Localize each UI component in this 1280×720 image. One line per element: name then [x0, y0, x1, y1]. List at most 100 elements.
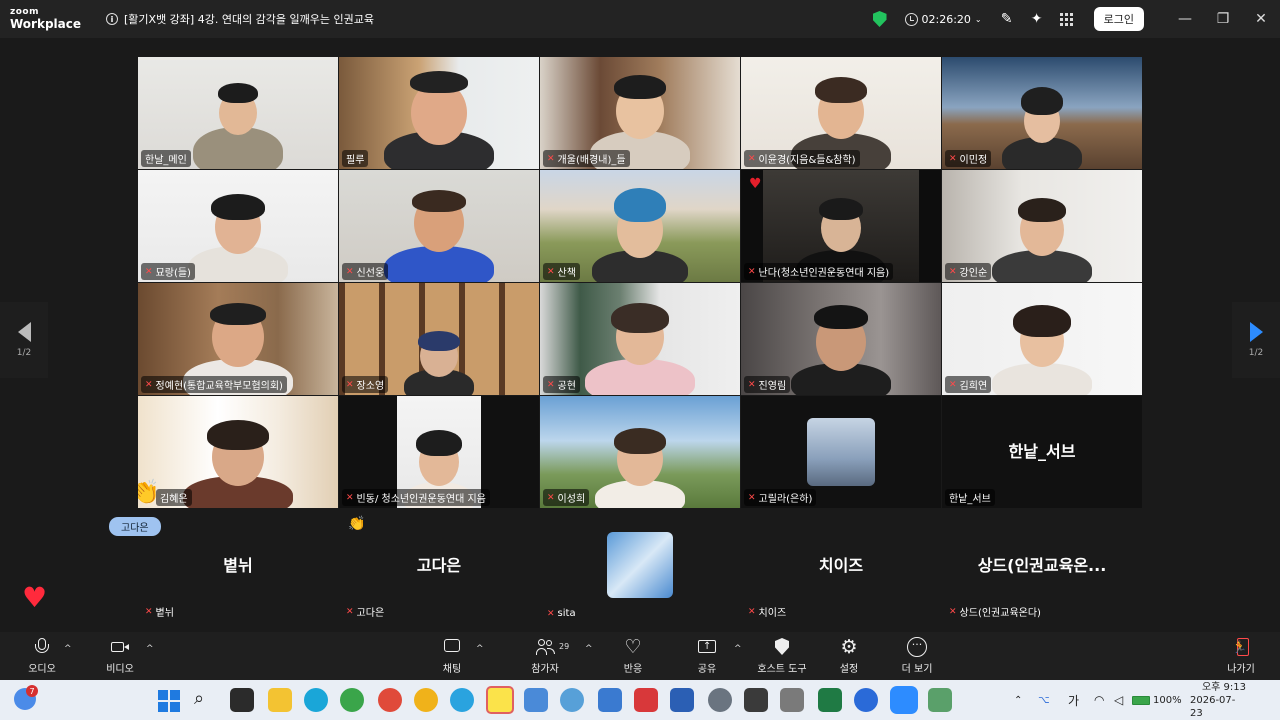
video-tile[interactable]: ✕ 공현: [540, 283, 740, 395]
chrome-alt-icon[interactable]: [414, 688, 438, 712]
video-tile[interactable]: ✕ 묘랑(들): [138, 170, 338, 282]
network-app-icon[interactable]: ⌥: [1038, 680, 1050, 720]
chat-button[interactable]: 채팅: [424, 632, 480, 680]
speaker-icon[interactable]: ◁: [1114, 680, 1123, 720]
mic-muted-icon: ✕: [748, 153, 756, 164]
ai-sparkle-icon[interactable]: ✦: [1022, 0, 1052, 38]
video-tile[interactable]: ✕ 개울(배경내)_들: [540, 57, 740, 169]
share-options-chevron-icon[interactable]: ^: [734, 644, 742, 654]
file-explorer-icon[interactable]: [268, 688, 292, 712]
video-tile[interactable]: 한낱_서브 한낱_서브: [942, 396, 1142, 508]
edit-app-icon[interactable]: [598, 688, 622, 712]
settings-app-icon[interactable]: [708, 688, 732, 712]
globe-app-icon[interactable]: [560, 688, 584, 712]
video-tile[interactable]: ✕ 진영림: [741, 283, 941, 395]
edge-browser-icon[interactable]: [304, 688, 328, 712]
video-tile[interactable]: ✕ 정예현(통합교육학부모협의회): [138, 283, 338, 395]
participant-tile[interactable]: 볕뉘 ✕ 볕뉘: [138, 512, 338, 622]
meeting-timer[interactable]: 02:26:20 ⌄: [904, 12, 982, 26]
meeting-title: [활기X뱃 강좌] 4강. 연대의 감각을 일깨우는 인권교육: [124, 13, 374, 26]
info-icon[interactable]: i: [106, 13, 118, 25]
participant-name-tag: ✕ 진영림: [744, 376, 791, 393]
participant-tile[interactable]: 치이즈 ✕ 치이즈: [741, 512, 941, 622]
heart-reaction-icon: ♥: [22, 581, 48, 614]
heart-outline-icon: ♡: [624, 636, 642, 658]
previous-page-button[interactable]: 1/2: [0, 302, 48, 378]
more-button[interactable]: ··· 더 보기: [889, 632, 945, 680]
shield-icon: [772, 637, 792, 657]
video-tile[interactable]: ♥ ✕ 난다(청소년인권운동연대 지음): [741, 170, 941, 282]
notepad-icon[interactable]: [524, 688, 548, 712]
video-options-chevron-icon[interactable]: ^: [146, 644, 154, 654]
audio-options-chevron-icon[interactable]: ^: [64, 644, 72, 654]
video-tile[interactable]: 한날_메인: [138, 57, 338, 169]
participant-name-tag: ✕ sita: [547, 608, 576, 619]
share-button[interactable]: ↑ 공유: [679, 632, 735, 680]
participants-icon: [535, 637, 555, 657]
settings-button[interactable]: ⚙ 설정: [821, 632, 877, 680]
windows-start-icon[interactable]: [156, 688, 180, 712]
view-grid-icon[interactable]: [1052, 0, 1082, 38]
video-tile[interactable]: ✕ 빈동/ 청소년인권운동연대 지음: [339, 396, 539, 508]
annotate-pen-icon[interactable]: ✎: [992, 0, 1022, 38]
video-tile-active-speaker[interactable]: 필루: [339, 57, 539, 169]
chrome-profile-icon[interactable]: [378, 688, 402, 712]
calculator-icon[interactable]: [780, 688, 804, 712]
zoom-app-icon[interactable]: [890, 686, 918, 714]
maximize-icon[interactable]: ❐: [1204, 0, 1242, 38]
tray-overflow-icon[interactable]: ⌃: [1014, 680, 1022, 720]
chat-options-chevron-icon[interactable]: ^: [476, 644, 484, 654]
search-icon[interactable]: ⌕: [194, 688, 218, 712]
participant-tile[interactable]: 상드(인권교육온... ✕ 상드(인권교육온다): [942, 512, 1142, 622]
next-page-button[interactable]: 1/2: [1232, 302, 1280, 378]
host-tools-button[interactable]: 호스트 도구: [749, 632, 815, 680]
task-view-icon[interactable]: [230, 688, 254, 712]
close-icon[interactable]: ✕: [1242, 0, 1280, 38]
reactions-button[interactable]: ♡ 반응: [605, 632, 661, 680]
audio-button[interactable]: 오디오: [14, 632, 70, 680]
meeting-info[interactable]: i [활기X뱃 강좌] 4강. 연대의 감각을 일깨우는 인권교육: [106, 11, 374, 27]
video-tile[interactable]: ✕ 김희연: [942, 283, 1142, 395]
participant-tile[interactable]: 고다은 ✕ 고다은: [339, 512, 539, 622]
pdf-app-icon[interactable]: [634, 688, 658, 712]
video-tile[interactable]: ✕ 신선웅: [339, 170, 539, 282]
mic-muted-icon: ✕: [748, 492, 756, 503]
clock[interactable]: 오후 9:13 2026-07-23: [1190, 680, 1246, 720]
chrome-browser-icon[interactable]: [340, 688, 364, 712]
bluetooth-app-icon[interactable]: [854, 688, 878, 712]
participant-tile[interactable]: ✕ sita: [540, 512, 740, 622]
wifi-icon[interactable]: ◠: [1094, 680, 1104, 720]
kakaotalk-icon[interactable]: [486, 686, 514, 714]
excel-icon[interactable]: [818, 688, 842, 712]
app-window-icon[interactable]: [928, 688, 952, 712]
battery-status[interactable]: 100%: [1132, 680, 1182, 720]
timer-text: 02:26:20: [921, 12, 971, 26]
participant-name-tag: ✕ 강인순: [945, 263, 992, 280]
participants-options-chevron-icon[interactable]: ^: [585, 644, 593, 654]
minimize-icon[interactable]: —: [1166, 0, 1204, 38]
video-button[interactable]: 비디오: [92, 632, 148, 680]
video-tile[interactable]: ✕ 고릴라(은하): [741, 396, 941, 508]
terminal-icon[interactable]: [744, 688, 768, 712]
word-icon[interactable]: [670, 688, 694, 712]
participants-count: 29: [559, 642, 570, 651]
video-tile[interactable]: 👏 김혜은: [138, 396, 338, 508]
video-tile[interactable]: ✕ 장소영: [339, 283, 539, 395]
video-tile[interactable]: ✕ 이윤경(지음&들&참학): [741, 57, 941, 169]
participant-name-tag: ✕ 볕뉘: [145, 606, 174, 620]
participant-name-tag: 한날_메인: [141, 150, 191, 167]
participant-name-tag: ✕ 산책: [543, 263, 580, 280]
video-tile[interactable]: ✕ 강인순: [942, 170, 1142, 282]
login-button[interactable]: 로그인: [1093, 7, 1144, 31]
video-tile[interactable]: ✕ 산책: [540, 170, 740, 282]
participants-button[interactable]: 참가자: [517, 632, 573, 680]
security-shield-icon[interactable]: [865, 0, 895, 38]
ime-indicator[interactable]: 가: [1068, 680, 1079, 720]
video-tile[interactable]: ✕ 이민정: [942, 57, 1142, 169]
video-tile[interactable]: ✕ 이성희: [540, 396, 740, 508]
participant-name-tag: ✕ 고다은: [346, 606, 385, 620]
telegram-icon[interactable]: [450, 688, 474, 712]
participant-name-tag: ✕ 상드(인권교육온다): [949, 606, 1041, 620]
mic-muted-icon: ✕: [949, 379, 957, 390]
leave-button[interactable]: 🏃 나가기: [1213, 632, 1269, 680]
